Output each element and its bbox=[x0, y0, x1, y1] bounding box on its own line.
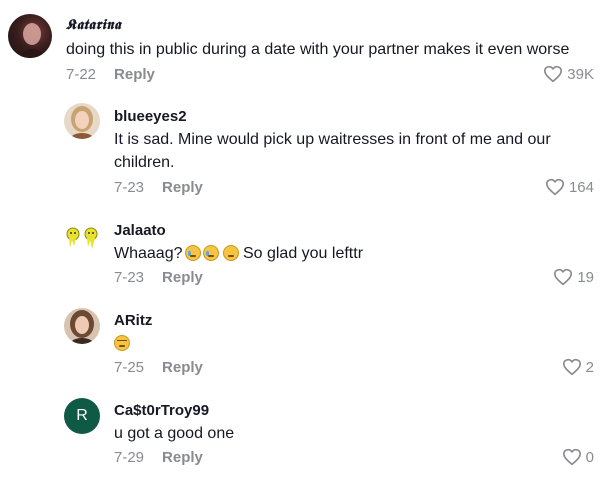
comment-username[interactable]: 𝕶𝖆𝖙𝖆𝖗𝖎𝖓𝖆 bbox=[66, 17, 121, 33]
comment-text: It is sad. Mine would pick up waitresses… bbox=[114, 131, 551, 171]
comment-date: 7-23 bbox=[114, 179, 145, 196]
like-count: 19 bbox=[577, 268, 594, 286]
crying-emoji-icon bbox=[202, 245, 219, 261]
comment-text: Whaaag? So glad you lefttr bbox=[114, 242, 584, 265]
comment-username[interactable]: Ca$t0rTroy99 bbox=[114, 402, 209, 419]
avatar-letter: R bbox=[76, 407, 88, 424]
comment-item: R Ca$t0rTroy99 u got a good one 7-29 Repl… bbox=[0, 394, 610, 489]
like-count: 2 bbox=[585, 358, 594, 376]
like-button[interactable]: 2 bbox=[562, 358, 594, 376]
comment-date: 7-22 bbox=[66, 66, 97, 83]
heart-icon bbox=[544, 65, 563, 83]
reply-button[interactable]: Reply bbox=[162, 359, 203, 376]
comment-username[interactable]: ARitz bbox=[114, 312, 152, 329]
comment-meta: 7-22 Reply bbox=[66, 66, 155, 83]
comment-item: Jalaato Whaaag? So glad you lefttr 7-23 R… bbox=[0, 214, 610, 304]
heart-icon bbox=[562, 358, 581, 376]
comment-meta: 7-29 Reply bbox=[114, 449, 203, 466]
comment-text: doing this in public during a date with … bbox=[66, 41, 570, 58]
comment-text bbox=[114, 332, 130, 355]
avatar-image-icon bbox=[20, 23, 44, 58]
avatar[interactable]: R bbox=[64, 398, 100, 434]
melting-smiley-icon bbox=[66, 227, 98, 249]
crying-emoji-icon bbox=[184, 245, 201, 261]
comment-item: 𝕶𝖆𝖙𝖆𝖗𝖎𝖓𝖆 doing this in public during a d… bbox=[0, 0, 610, 95]
comment-meta: 7-25 Reply bbox=[114, 359, 203, 376]
reply-button[interactable]: Reply bbox=[162, 269, 203, 286]
like-count: 0 bbox=[585, 448, 594, 466]
avatar[interactable] bbox=[64, 308, 100, 344]
like-button[interactable]: 164 bbox=[545, 178, 594, 196]
comment-text-part: Whaaag? bbox=[114, 245, 183, 262]
avatar-image-icon bbox=[70, 310, 94, 344]
comment-meta: 7-23 Reply bbox=[114, 179, 203, 196]
avatar[interactable] bbox=[8, 14, 52, 58]
comment-text: u got a good one bbox=[114, 425, 235, 442]
reply-button[interactable]: Reply bbox=[162, 449, 203, 466]
like-button[interactable]: 19 bbox=[553, 268, 594, 286]
like-count: 39K bbox=[567, 65, 594, 83]
heart-icon bbox=[545, 178, 564, 196]
comment-username[interactable]: Jalaato bbox=[114, 222, 166, 239]
avatar[interactable] bbox=[64, 103, 100, 139]
comment-text-part: So glad you lefttr bbox=[238, 245, 364, 262]
reply-button[interactable]: Reply bbox=[162, 179, 203, 196]
like-count: 164 bbox=[568, 178, 594, 196]
comment-date: 7-29 bbox=[114, 449, 145, 466]
avatar-image-icon bbox=[70, 106, 94, 139]
comment-meta: 7-23 Reply bbox=[114, 269, 203, 286]
heart-icon bbox=[554, 268, 573, 286]
like-button[interactable]: 0 bbox=[562, 448, 594, 466]
comment-date: 7-25 bbox=[114, 359, 145, 376]
comment-username[interactable]: blueeyes2 bbox=[114, 108, 187, 125]
reply-button[interactable]: Reply bbox=[114, 66, 155, 83]
frowning-emoji-icon bbox=[114, 335, 130, 351]
avatar[interactable] bbox=[64, 222, 100, 258]
heart-icon bbox=[562, 448, 581, 466]
comment-item: ARitz 7-25 Reply 2 bbox=[0, 304, 610, 394]
comment-item: blueeyes2 It is sad. Mine would pick up … bbox=[0, 95, 610, 205]
comment-date: 7-23 bbox=[114, 269, 145, 286]
like-button[interactable]: 39K bbox=[543, 65, 594, 83]
flushed-emoji-icon bbox=[222, 245, 239, 261]
